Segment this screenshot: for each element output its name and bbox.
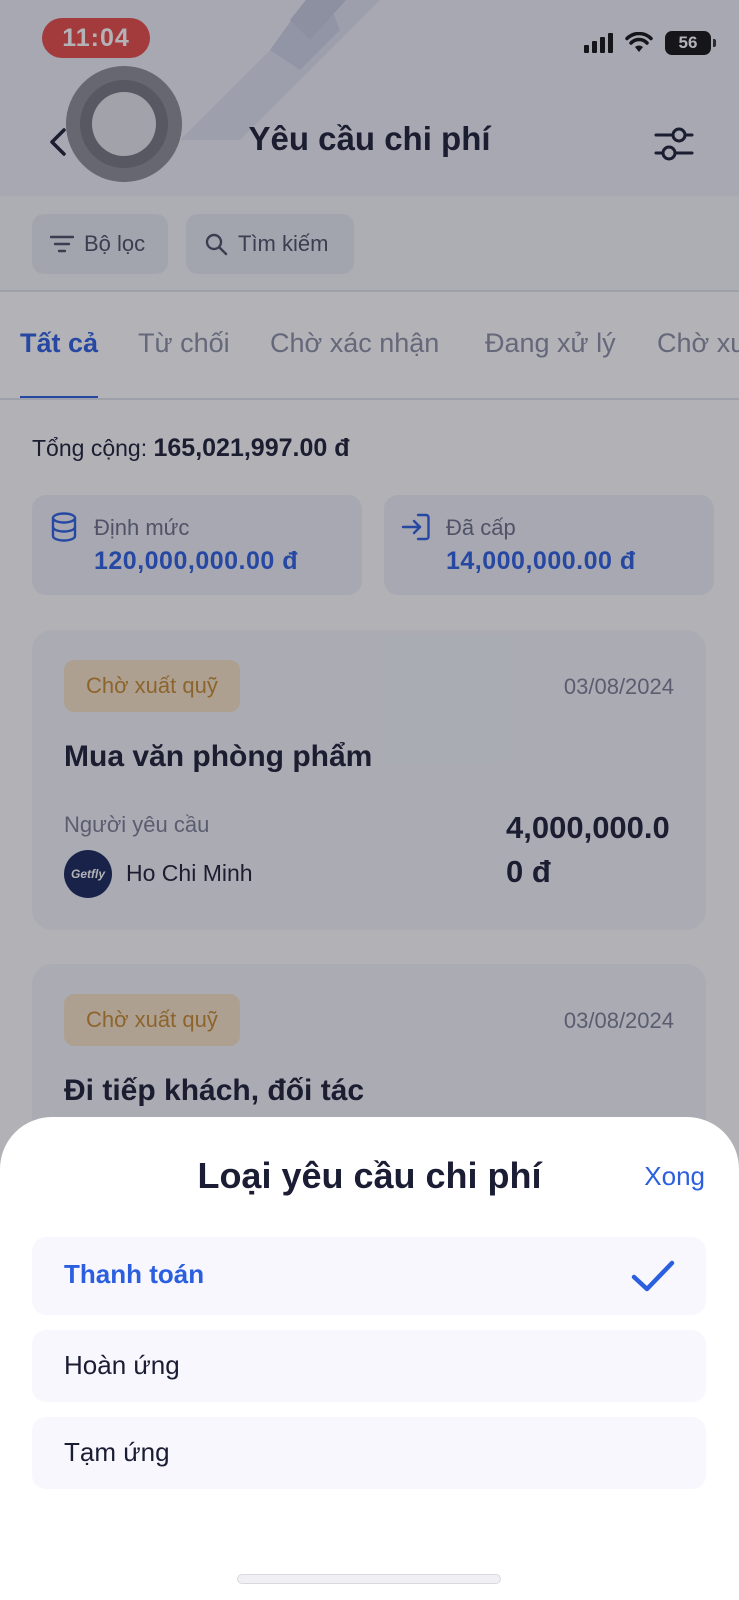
home-indicator[interactable] bbox=[237, 1574, 501, 1584]
option-label: Thanh toán bbox=[64, 1259, 205, 1289]
option-label: Tạm ứng bbox=[64, 1437, 170, 1467]
option-label: Hoàn ứng bbox=[64, 1350, 180, 1380]
checkmark-icon bbox=[631, 1260, 675, 1292]
sheet-title: Loại yêu cầu chi phí bbox=[197, 1155, 542, 1196]
option-payment[interactable]: Thanh toán bbox=[32, 1237, 706, 1315]
done-button[interactable]: Xong bbox=[644, 1161, 705, 1192]
expense-requests-screen: 11:04 56 Yêu cầu chi phí Bộ lọc Tìm kiếm… bbox=[0, 0, 739, 1600]
request-type-sheet: Loại yêu cầu chi phí Xong Thanh toán Hoà… bbox=[0, 1117, 739, 1600]
option-reimbursement[interactable]: Hoàn ứng bbox=[32, 1330, 706, 1402]
option-advance[interactable]: Tạm ứng bbox=[32, 1417, 706, 1489]
